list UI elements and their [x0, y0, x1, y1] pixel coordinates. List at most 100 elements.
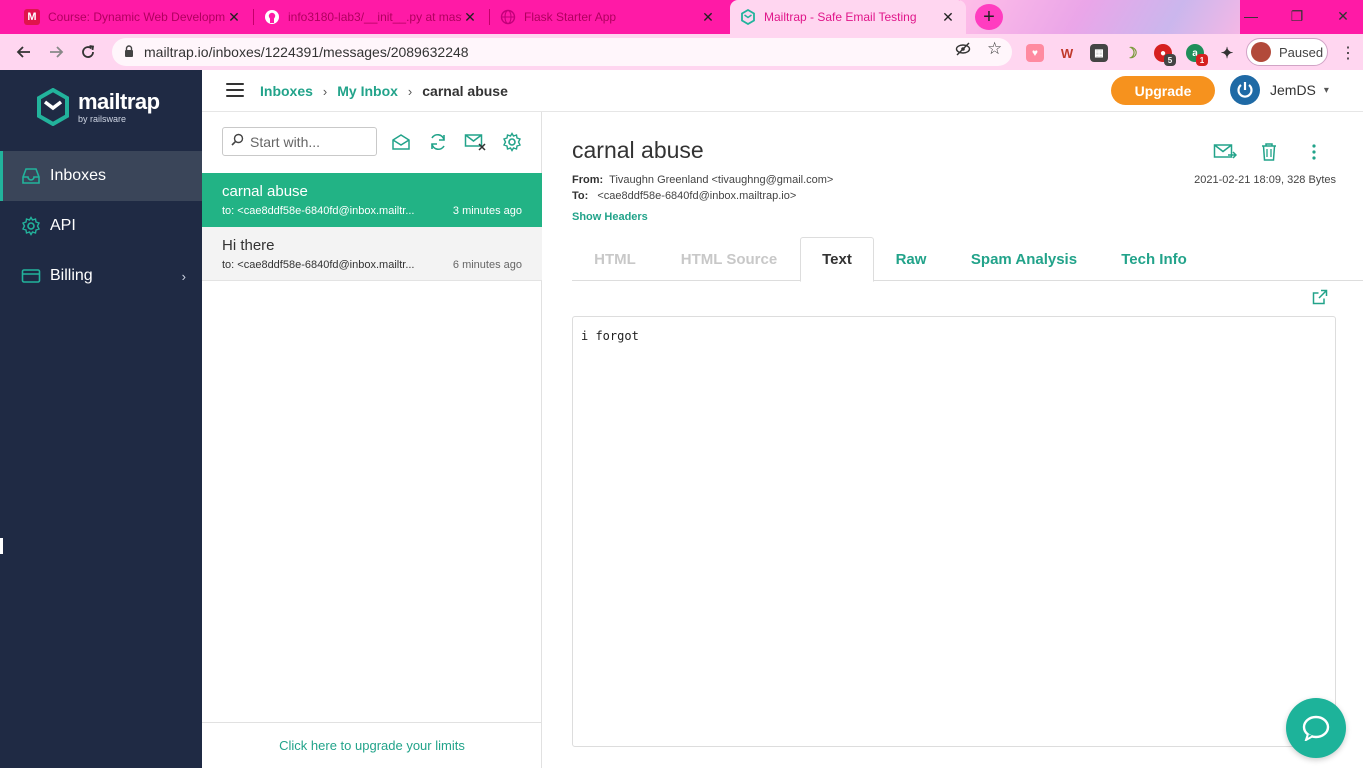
message-age: 6 minutes ago [452, 259, 522, 271]
user-menu[interactable]: JemDS ▾ [1230, 75, 1329, 105]
show-headers-link[interactable]: Show Headers [572, 211, 648, 223]
sidebar-item-inboxes[interactable]: Inboxes [0, 151, 202, 201]
clear-inbox-icon[interactable] [464, 132, 486, 152]
tab-spam-analysis[interactable]: Spam Analysis [956, 237, 1092, 281]
message-subject: carnal abuse [222, 183, 308, 200]
close-window-button[interactable]: ✕ [1320, 2, 1363, 30]
breadcrumb-inboxes[interactable]: Inboxes [260, 83, 313, 99]
browser-tab-flask[interactable]: Flask Starter App ✕ [490, 0, 726, 34]
forward-email-icon[interactable] [1213, 140, 1237, 164]
tab-tech-info[interactable]: Tech Info [1104, 237, 1204, 281]
more-options-icon[interactable] [1302, 140, 1326, 164]
to-line: To: <cae8ddf58e-6840fd@inbox.mailtrap.io… [572, 190, 796, 202]
browser-tab-mailtrap[interactable]: Mailtrap - Safe Email Testing ✕ [730, 0, 966, 34]
reload-button[interactable] [76, 40, 100, 64]
tab-raw[interactable]: Raw [880, 237, 942, 281]
close-icon[interactable]: ✕ [462, 9, 478, 26]
moodle-icon: M [24, 9, 40, 25]
refresh-icon[interactable] [427, 132, 449, 152]
extension-moon-icon[interactable]: ☽ [1122, 44, 1140, 62]
breadcrumb-current: carnal abuse [422, 83, 508, 99]
mailtrap-icon [740, 9, 756, 25]
upgrade-button[interactable]: Upgrade [1111, 76, 1215, 105]
message-subject: Hi there [222, 237, 275, 254]
chevron-right-icon: › [407, 83, 413, 99]
sidebar-item-billing[interactable]: Billing › [0, 251, 202, 301]
settings-gear-icon[interactable] [501, 132, 523, 152]
message-body: i forgot [572, 316, 1336, 747]
breadcrumb: Inboxes › My Inbox › carnal abuse [260, 83, 508, 99]
tab-title: info3180-lab3/__init__.py at mast [288, 10, 462, 24]
from-line: From: Tivaughn Greenland <tivaughng@gmail… [572, 174, 833, 186]
trash-icon[interactable] [1257, 140, 1281, 164]
tab-html[interactable]: HTML [572, 237, 658, 281]
chevron-right-icon: › [181, 268, 186, 284]
avatar [1251, 42, 1271, 62]
search-input[interactable] [250, 133, 370, 150]
mailtrap-logo[interactable]: mailtrap by railsware [36, 88, 160, 126]
restore-button[interactable]: ❐ [1274, 2, 1320, 30]
list-item[interactable]: Hi there to: <cae8ddf58e-6840fd@inbox.ma… [202, 227, 542, 281]
tab-title: Course: Dynamic Web Developm [48, 10, 226, 24]
logo-wordmark: mailtrap by railsware [78, 88, 160, 124]
open-external-icon[interactable] [1312, 289, 1330, 307]
brand-name: mailtrap [78, 88, 160, 114]
mark-all-read-icon[interactable] [390, 132, 412, 152]
close-icon[interactable]: ✕ [700, 9, 716, 26]
extensions-puzzle-icon[interactable]: ✦ [1218, 44, 1236, 62]
sidebar-item-label: Inboxes [50, 167, 107, 184]
bookmark-star-icon[interactable]: ☆ [987, 39, 1002, 59]
app-topbar: Inboxes › My Inbox › carnal abuse Upgrad… [202, 70, 1363, 112]
eye-off-icon[interactable] [955, 41, 971, 60]
mailtrap-logo-icon [37, 88, 69, 126]
user-name: JemDS [1270, 82, 1316, 98]
chevron-right-icon: › [322, 83, 328, 99]
github-icon [264, 9, 280, 25]
extension-badge-1: 1 [1196, 54, 1208, 66]
chevron-down-icon: ▾ [1323, 84, 1329, 96]
breadcrumb-my-inbox[interactable]: My Inbox [337, 83, 398, 99]
search-icon [231, 133, 244, 151]
globe-icon [500, 9, 516, 25]
brand-sub: by railsware [78, 113, 127, 124]
tab-title: Mailtrap - Safe Email Testing [764, 10, 917, 24]
sidebar-item-label: API [50, 217, 76, 234]
message-list-pane: carnal abuse to: <cae8ddf58e-6840fd@inbo… [202, 112, 542, 768]
minimize-button[interactable]: — [1228, 2, 1274, 30]
close-icon[interactable]: ✕ [226, 9, 242, 26]
close-icon[interactable]: ✕ [940, 9, 956, 26]
message-age: 3 minutes ago [452, 205, 522, 217]
lock-icon [124, 44, 134, 60]
list-item-selected[interactable]: carnal abuse to: <cae8ddf58e-6840fd@inbo… [202, 173, 542, 227]
from-label: From: [572, 174, 604, 186]
sidebar-item-api[interactable]: API [0, 201, 202, 251]
new-tab-button[interactable]: + [975, 4, 1003, 30]
browser-toolbar: mailtrap.io/inboxes/1224391/messages/208… [0, 34, 1363, 70]
sidebar-item-label: Billing [50, 267, 93, 284]
message-view: carnal abuse From: Tivaughn Greenland <ti… [542, 112, 1363, 768]
window-edge-marker [0, 538, 3, 554]
from-value: Tivaughn Greenland <tivaughng@gmail.com> [609, 174, 834, 186]
profile-chip[interactable]: Paused [1246, 38, 1328, 66]
search-box[interactable] [222, 127, 377, 156]
tab-title: Flask Starter App [524, 10, 617, 24]
browser-tab-course[interactable]: M Course: Dynamic Web Developm ✕ [14, 0, 252, 34]
tab-text[interactable]: Text [800, 237, 874, 282]
profile-status: Paused [1279, 44, 1324, 60]
forward-button[interactable] [44, 40, 68, 64]
back-button[interactable] [12, 40, 36, 64]
address-bar[interactable]: mailtrap.io/inboxes/1224391/messages/208… [112, 38, 1012, 66]
chat-bubble-icon [1302, 715, 1330, 741]
message-body-text: i forgot [581, 329, 639, 343]
tab-html-source[interactable]: HTML Source [664, 237, 794, 281]
upgrade-limits-link[interactable]: Click here to upgrade your limits [202, 722, 542, 768]
extension-heart-icon[interactable]: ♥ [1026, 44, 1044, 62]
browser-menu-icon[interactable]: ⋮ [1340, 43, 1356, 63]
message-to: to: <cae8ddf58e-6840fd@inbox.mailtr... [222, 259, 415, 271]
hamburger-menu-icon[interactable] [226, 83, 244, 97]
chat-launcher-button[interactable] [1286, 698, 1346, 758]
extension-w-icon[interactable]: W [1058, 44, 1076, 62]
browser-tab-github[interactable]: info3180-lab3/__init__.py at mast ✕ [254, 0, 488, 34]
browser-tab-strip: M Course: Dynamic Web Developm ✕ info318… [0, 0, 1363, 70]
extension-grid-icon[interactable]: ▦ [1090, 44, 1108, 62]
